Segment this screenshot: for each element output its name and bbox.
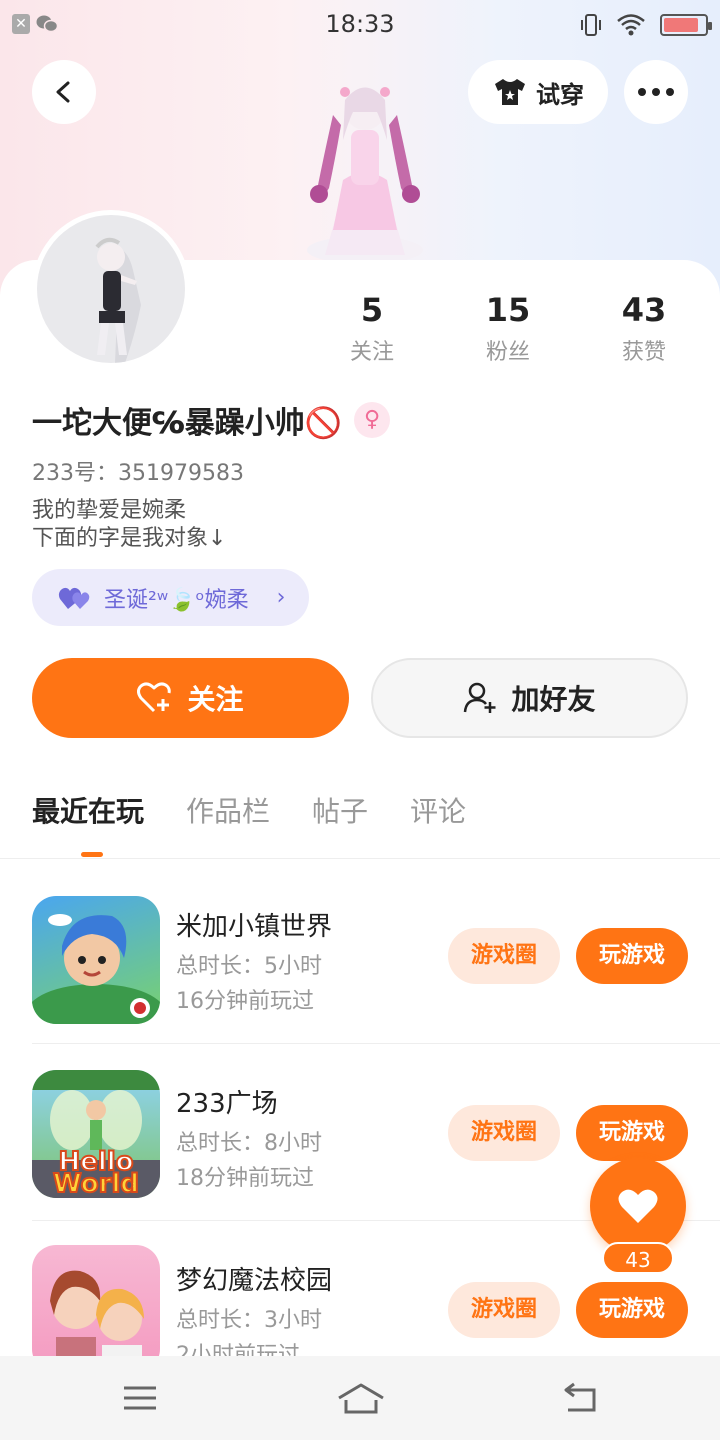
- game-name: 233广场: [176, 1089, 278, 1119]
- stat-following-label: 关注: [349, 340, 394, 365]
- play-game-button[interactable]: 玩游戏: [576, 1105, 688, 1161]
- game-last-played: 16分钟前玩过: [176, 989, 314, 1014]
- tabs-divider: [0, 858, 720, 859]
- game-circle-button[interactable]: 游戏圈: [448, 1282, 560, 1338]
- game-icon-miga-town: [32, 896, 160, 1024]
- like-floating-button[interactable]: [590, 1158, 686, 1254]
- back-button[interactable]: [32, 60, 96, 124]
- add-friend-button[interactable]: 加好友: [371, 658, 688, 738]
- tab-active-indicator: [81, 852, 103, 857]
- game-duration: 总时长：8小时: [176, 1131, 322, 1156]
- heart-plus-icon: [137, 682, 172, 713]
- game-name: 米加小镇世界: [176, 912, 333, 942]
- stat-followers-count: 15: [485, 291, 531, 329]
- game-circle-button[interactable]: 游戏圈: [448, 928, 560, 984]
- double-heart-icon: [58, 587, 90, 609]
- wifi-icon: [617, 14, 645, 36]
- bio-line-1: 我的挚爱是婉柔: [32, 498, 187, 523]
- chevron-right-icon: ›: [276, 585, 286, 610]
- svg-text:World: World: [53, 1169, 139, 1198]
- more-dots-icon: [638, 88, 674, 96]
- stat-likes[interactable]: 43 获赞: [584, 290, 704, 366]
- avatar-character-figure: [307, 87, 423, 264]
- add-friend-label: 加好友: [511, 683, 596, 716]
- tab-recently-played[interactable]: 最近在玩: [32, 790, 144, 840]
- user-id[interactable]: 233号：351979583: [32, 455, 244, 487]
- try-on-button[interactable]: 试穿: [468, 60, 608, 124]
- avatar[interactable]: [32, 210, 190, 368]
- follow-label: 关注: [187, 683, 244, 716]
- row-divider: [32, 1043, 720, 1044]
- battery-icon: [660, 14, 712, 36]
- game-last-played: 18分钟前玩过: [176, 1166, 314, 1191]
- game-duration: 总时长：5小时: [176, 954, 322, 979]
- play-game-button[interactable]: 玩游戏: [576, 928, 688, 984]
- nickname: 一坨大便℅暴躁小帅🚫: [32, 406, 343, 441]
- game-name: 梦幻魔法校园: [176, 1266, 333, 1296]
- game-icon-233-plaza: Hello World: [32, 1070, 160, 1198]
- system-nav-bar: [0, 1356, 720, 1440]
- vibrate-icon: [581, 14, 601, 36]
- home-icon[interactable]: [336, 1380, 386, 1416]
- game-row[interactable]: 米加小镇世界 总时长：5小时 16分钟前玩过 游戏圈 玩游戏: [0, 870, 720, 1046]
- tab-works[interactable]: 作品栏: [186, 790, 270, 840]
- game-duration: 总时长：3小时: [176, 1308, 322, 1333]
- tab-comments[interactable]: 评论: [410, 790, 466, 840]
- status-bar: ✕ 18:33: [0, 0, 720, 50]
- back-arrow-icon: [56, 81, 70, 103]
- game-circle-button[interactable]: 游戏圈: [448, 1105, 560, 1161]
- try-on-label: 试穿: [536, 80, 584, 109]
- back-nav-icon[interactable]: [560, 1380, 600, 1416]
- stat-followers[interactable]: 15 粉丝: [448, 290, 568, 366]
- play-game-button[interactable]: 玩游戏: [576, 1282, 688, 1338]
- like-count: 43: [602, 1242, 674, 1274]
- follow-button[interactable]: 关注: [32, 658, 349, 738]
- profile-tabs: 最近在玩 作品栏 帖子 评论: [32, 790, 466, 840]
- stat-likes-count: 43: [621, 291, 667, 329]
- cp-relationship-pill[interactable]: 圣诞²ʷ🍃ᵒ婉柔 ›: [32, 569, 309, 626]
- add-user-icon: [464, 682, 496, 713]
- menu-icon[interactable]: [120, 1380, 160, 1416]
- female-gender-icon: ♀: [354, 402, 391, 438]
- game-icon-magic-school: [32, 1245, 160, 1373]
- heart-icon: [618, 1189, 658, 1223]
- stat-likes-label: 获赞: [621, 340, 666, 365]
- tshirt-icon: [495, 79, 525, 105]
- avatar-image: [95, 237, 141, 363]
- stat-followers-label: 粉丝: [485, 340, 530, 365]
- bio: 我的挚爱是婉柔 下面的字是我对象↓: [32, 497, 226, 553]
- bio-line-2: 下面的字是我对象↓: [32, 526, 227, 551]
- more-options-button[interactable]: [624, 60, 688, 124]
- nickname-row: 一坨大便℅暴躁小帅🚫 ♀: [32, 398, 391, 442]
- tab-posts[interactable]: 帖子: [312, 790, 368, 840]
- cp-text: 圣诞²ʷ🍃ᵒ婉柔: [104, 587, 249, 613]
- stat-following[interactable]: 5 关注: [312, 290, 432, 366]
- stat-following-count: 5: [360, 291, 384, 329]
